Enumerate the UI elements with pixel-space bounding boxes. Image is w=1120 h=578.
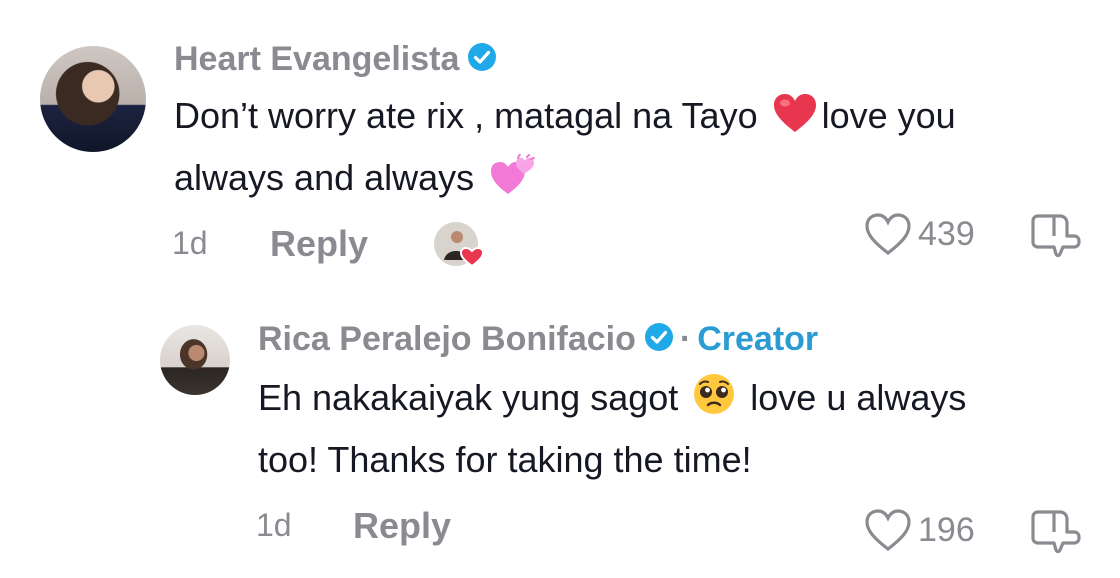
reply-text: Eh nakakaiyak yung sagot love u always t… xyxy=(258,370,966,488)
comment-text-line2: always and always xyxy=(174,157,485,198)
reply-button[interactable]: Reply xyxy=(270,223,368,265)
creator-liked-avatar-icon xyxy=(432,220,488,268)
thumbs-down-icon xyxy=(1031,214,1081,258)
dislike-button[interactable] xyxy=(1030,506,1082,559)
reply-text-line2: too! Thanks for taking the time! xyxy=(258,439,752,480)
creator-badge: Creator xyxy=(697,320,819,358)
verified-badge-icon xyxy=(467,42,497,77)
avatar[interactable] xyxy=(160,325,230,395)
red-heart-icon xyxy=(772,92,818,150)
verified-badge-icon xyxy=(644,322,674,357)
like-count: 196 xyxy=(918,510,975,549)
avatar[interactable] xyxy=(40,46,146,152)
thumbs-down-icon xyxy=(1031,510,1081,554)
comment-author-row: Heart Evangelista xyxy=(174,40,497,79)
heart-outline-icon xyxy=(865,509,911,552)
separator-dot: · xyxy=(679,320,692,358)
pleading-face-icon xyxy=(692,372,736,432)
comment-text: Don’t worry ate rix , matagal na Tayo lo… xyxy=(174,88,956,212)
username[interactable]: Rica Peralejo Bonifacio xyxy=(258,320,636,359)
like-button[interactable]: 196 xyxy=(864,508,975,552)
username[interactable]: Heart Evangelista xyxy=(174,40,459,79)
comment-text-line1-end: love you xyxy=(821,95,956,136)
like-count: 439 xyxy=(918,214,975,253)
reply-author-row: Rica Peralejo Bonifacio · Creator xyxy=(258,320,818,359)
reply-text-line1-start: Eh nakakaiyak yung sagot xyxy=(258,377,689,418)
heart-outline-icon xyxy=(865,213,911,256)
reply-text-line1-end: love u always xyxy=(740,377,967,418)
two-hearts-icon xyxy=(488,153,536,212)
comment-text-line1-start: Don’t worry ate rix , matagal na Tayo xyxy=(174,95,768,136)
comment-time: 1d xyxy=(256,507,292,543)
comment-time: 1d xyxy=(172,225,208,261)
like-button[interactable]: 439 xyxy=(864,212,975,256)
dislike-button[interactable] xyxy=(1030,210,1082,263)
reply-button[interactable]: Reply xyxy=(353,505,451,547)
